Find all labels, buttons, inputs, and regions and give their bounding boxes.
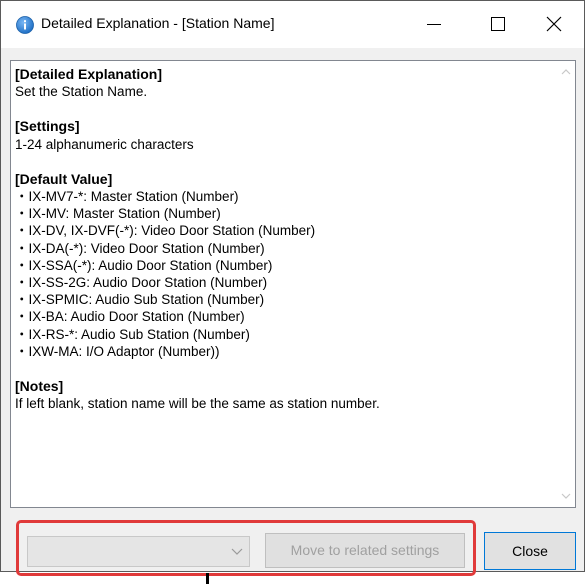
maximize-button[interactable] bbox=[476, 1, 520, 48]
text-line: ・IX-DV, IX-DVF(-*): Video Door Station (… bbox=[15, 223, 316, 239]
explanation-text-area[interactable]: [Detailed Explanation] Set the Station N… bbox=[10, 60, 576, 508]
callout-highlight-box bbox=[16, 520, 476, 576]
text-line: 1-24 alphanumeric characters bbox=[15, 136, 194, 152]
text-line: ・IX-MV7-*: Master Station (Number) bbox=[15, 189, 239, 205]
text-line: ・IX-RS-*: Audio Sub Station (Number) bbox=[15, 326, 250, 342]
scroll-up-icon[interactable] bbox=[560, 67, 572, 77]
text-line: ・IX-BA: Audio Door Station (Number) bbox=[15, 309, 245, 325]
explanation-text: [Detailed Explanation] Set the Station N… bbox=[15, 66, 555, 412]
section-heading: [Notes] bbox=[15, 378, 64, 395]
minimize-button[interactable] bbox=[412, 1, 456, 48]
section-heading: [Detailed Explanation] bbox=[15, 66, 163, 82]
section-heading: [Settings] bbox=[15, 118, 80, 135]
dialog-window: Detailed Explanation - [Station Name] [D… bbox=[0, 0, 585, 572]
info-icon bbox=[16, 16, 34, 34]
text-line: If left blank, station name will be the … bbox=[15, 396, 380, 412]
close-button[interactable]: Close bbox=[484, 532, 576, 570]
text-line: ・IXW-MA: I/O Adaptor (Number)) bbox=[15, 343, 220, 359]
text-line: Set the Station Name. bbox=[15, 84, 148, 100]
minimize-icon bbox=[427, 24, 441, 25]
window-title: Detailed Explanation - [Station Name] bbox=[41, 15, 275, 31]
close-icon bbox=[546, 16, 562, 32]
text-line: ・IX-MV: Master Station (Number) bbox=[15, 206, 221, 222]
text-line: ・IX-SPMIC: Audio Sub Station (Number) bbox=[15, 292, 265, 308]
text-line: ・IX-SSA(-*): Audio Door Station (Number) bbox=[15, 257, 273, 273]
close-window-button[interactable] bbox=[532, 1, 576, 48]
text-line: ・IX-SS-2G: Audio Door Station (Number) bbox=[15, 275, 268, 291]
title-bar[interactable]: Detailed Explanation - [Station Name] bbox=[1, 1, 584, 48]
text-line: ・IX-DA(-*): Video Door Station (Number) bbox=[15, 240, 265, 256]
section-heading: [Default Value] bbox=[15, 170, 113, 187]
maximize-icon bbox=[491, 17, 505, 31]
scroll-down-icon[interactable] bbox=[560, 491, 572, 501]
vertical-scrollbar[interactable] bbox=[558, 61, 575, 507]
callout-pointer-line bbox=[206, 573, 209, 584]
